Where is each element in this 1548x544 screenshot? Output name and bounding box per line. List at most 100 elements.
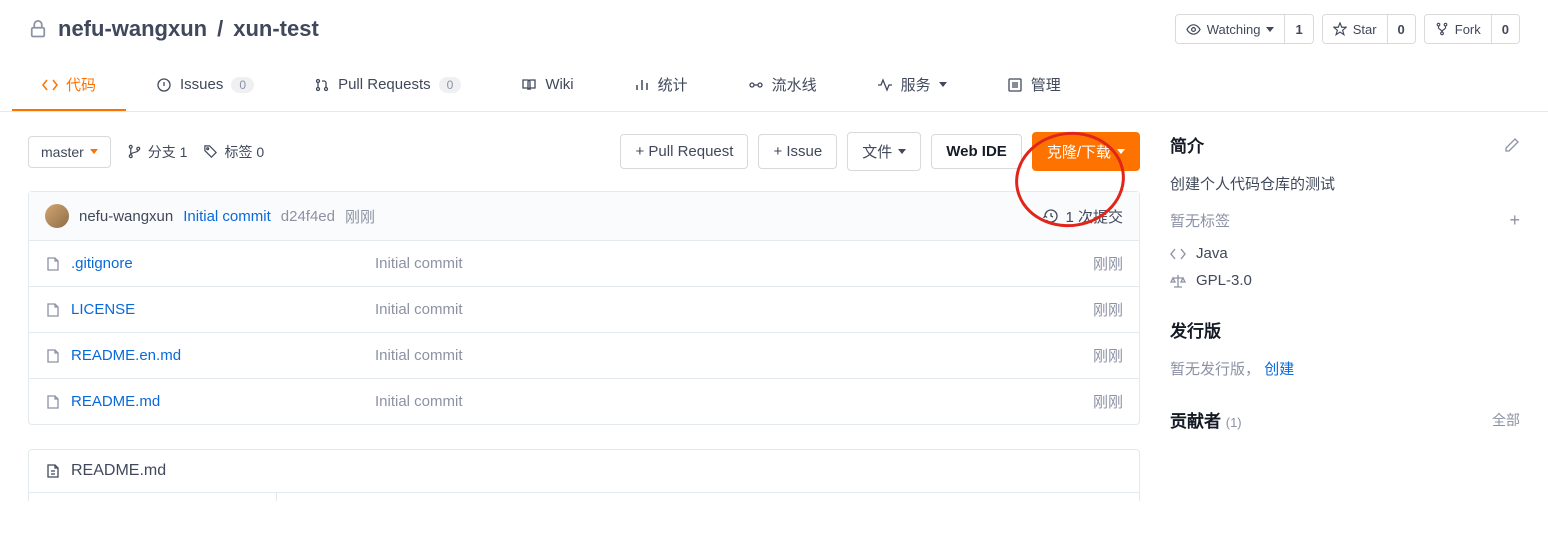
chevron-down-icon	[1266, 27, 1274, 32]
branch-selected: master	[41, 144, 84, 160]
clone-download-button[interactable]: 克隆/下载	[1032, 132, 1140, 171]
tab-issues-label: Issues	[180, 76, 223, 93]
file-name-label: README.en.md	[71, 347, 181, 364]
file-commit-msg[interactable]: Initial commit	[375, 393, 1093, 410]
avatar[interactable]	[45, 204, 69, 228]
commit-time: 刚刚	[345, 206, 375, 227]
watch-button[interactable]: Watching	[1176, 15, 1285, 43]
star-icon	[1333, 22, 1347, 36]
create-release-link[interactable]: 创建	[1264, 361, 1294, 378]
watch-group: Watching 1	[1175, 14, 1314, 44]
code-icon	[1170, 246, 1186, 262]
license-label: GPL-3.0	[1196, 272, 1252, 289]
add-tag-button[interactable]: +	[1509, 210, 1520, 231]
commits-count: 1 次提交	[1065, 206, 1123, 227]
branch-dropdown[interactable]: master	[28, 136, 111, 168]
watch-label: Watching	[1207, 22, 1261, 37]
issues-count: 0	[231, 77, 254, 93]
file-link[interactable]: README.md	[45, 393, 375, 410]
star-button[interactable]: Star	[1323, 15, 1387, 43]
file-commit-msg[interactable]: Initial commit	[375, 301, 1093, 318]
star-label: Star	[1353, 22, 1377, 37]
tab-stats-label: 统计	[658, 74, 688, 95]
fork-count[interactable]: 0	[1491, 15, 1519, 43]
intro-desc: 创建个人代码仓库的测试	[1170, 173, 1520, 194]
history-icon	[1043, 208, 1059, 224]
stats-icon	[634, 77, 650, 93]
scale-icon	[1170, 273, 1186, 289]
pulse-icon	[877, 77, 893, 93]
file-icon	[45, 256, 61, 272]
tags-link[interactable]: 标签 0	[203, 142, 264, 162]
code-icon	[42, 77, 58, 93]
tab-wiki-label: Wiki	[545, 76, 573, 93]
releases-heading: 发行版	[1170, 317, 1221, 342]
tab-issues[interactable]: Issues 0	[126, 62, 284, 111]
commits-link[interactable]: 1 次提交	[1043, 206, 1123, 227]
tag-icon	[203, 144, 218, 159]
file-time: 刚刚	[1093, 391, 1123, 412]
tab-pr-label: Pull Requests	[338, 76, 431, 93]
chevron-down-icon	[939, 82, 947, 87]
sidebar: 简介 创建个人代码仓库的测试 暂无标签 + Java GPL-3.0 发行版	[1170, 132, 1520, 501]
chevron-down-icon	[898, 149, 906, 154]
file-link[interactable]: README.en.md	[45, 347, 375, 364]
tab-services[interactable]: 服务	[847, 62, 977, 111]
file-row: .gitignore Initial commit 刚刚	[29, 241, 1139, 287]
contributors-all-link[interactable]: 全部	[1492, 410, 1520, 430]
tab-wiki[interactable]: Wiki	[491, 62, 603, 111]
tab-code[interactable]: 代码	[12, 62, 126, 111]
tab-pipeline[interactable]: 流水线	[718, 62, 847, 111]
book-icon	[521, 77, 537, 93]
file-row: README.en.md Initial commit 刚刚	[29, 333, 1139, 379]
intro-heading: 简介	[1170, 132, 1204, 157]
web-ide-button[interactable]: Web IDE	[931, 134, 1022, 169]
fork-label: Fork	[1455, 22, 1481, 37]
issues-icon	[156, 77, 172, 93]
eye-icon	[1186, 22, 1201, 37]
readme-title: README.md	[71, 462, 166, 480]
branches-link[interactable]: 分支 1	[127, 142, 188, 162]
fork-icon	[1435, 22, 1449, 36]
tab-stats[interactable]: 统计	[604, 62, 718, 111]
watch-count[interactable]: 1	[1284, 15, 1312, 43]
repo-owner[interactable]: nefu-wangxun	[58, 16, 207, 42]
branch-icon	[127, 144, 142, 159]
repo-title: nefu-wangxun / xun-test	[28, 16, 319, 42]
commit-sha[interactable]: d24f4ed	[281, 208, 335, 225]
fork-group: Fork 0	[1424, 14, 1520, 44]
repo-name[interactable]: xun-test	[233, 16, 319, 42]
tab-services-label: 服务	[901, 74, 931, 95]
pull-request-button[interactable]: + Pull Request	[620, 134, 748, 169]
star-count[interactable]: 0	[1387, 15, 1415, 43]
file-commit-msg[interactable]: Initial commit	[375, 347, 1093, 364]
pr-count: 0	[439, 77, 462, 93]
commit-author[interactable]: nefu-wangxun	[79, 208, 173, 225]
file-commit-msg[interactable]: Initial commit	[375, 255, 1093, 272]
license-link[interactable]: GPL-3.0	[1170, 272, 1520, 289]
pr-icon	[314, 77, 330, 93]
file-icon	[45, 302, 61, 318]
no-tags-text: 暂无标签	[1170, 210, 1230, 231]
file-icon	[45, 463, 61, 479]
language-link[interactable]: Java	[1170, 245, 1520, 262]
issue-button[interactable]: + Issue	[758, 134, 837, 169]
tab-manage-label: 管理	[1031, 74, 1061, 95]
file-link[interactable]: .gitignore	[45, 255, 375, 272]
commit-message[interactable]: Initial commit	[183, 208, 271, 225]
tab-manage[interactable]: 管理	[977, 62, 1091, 111]
tab-pr[interactable]: Pull Requests 0	[284, 62, 491, 111]
contributors-heading: 贡献者	[1170, 412, 1221, 431]
file-dropdown[interactable]: 文件	[847, 132, 921, 171]
tab-pipeline-label: 流水线	[772, 74, 817, 95]
star-group: Star 0	[1322, 14, 1416, 44]
file-link[interactable]: LICENSE	[45, 301, 375, 318]
list-icon	[1007, 77, 1023, 93]
readme-tab[interactable]	[29, 493, 277, 501]
file-list-panel: nefu-wangxun Initial commit d24f4ed 刚刚 1…	[28, 191, 1140, 425]
pipeline-icon	[748, 77, 764, 93]
fork-button[interactable]: Fork	[1425, 15, 1491, 43]
latest-commit-row: nefu-wangxun Initial commit d24f4ed 刚刚 1…	[29, 192, 1139, 241]
edit-icon[interactable]	[1504, 137, 1520, 153]
file-time: 刚刚	[1093, 345, 1123, 366]
